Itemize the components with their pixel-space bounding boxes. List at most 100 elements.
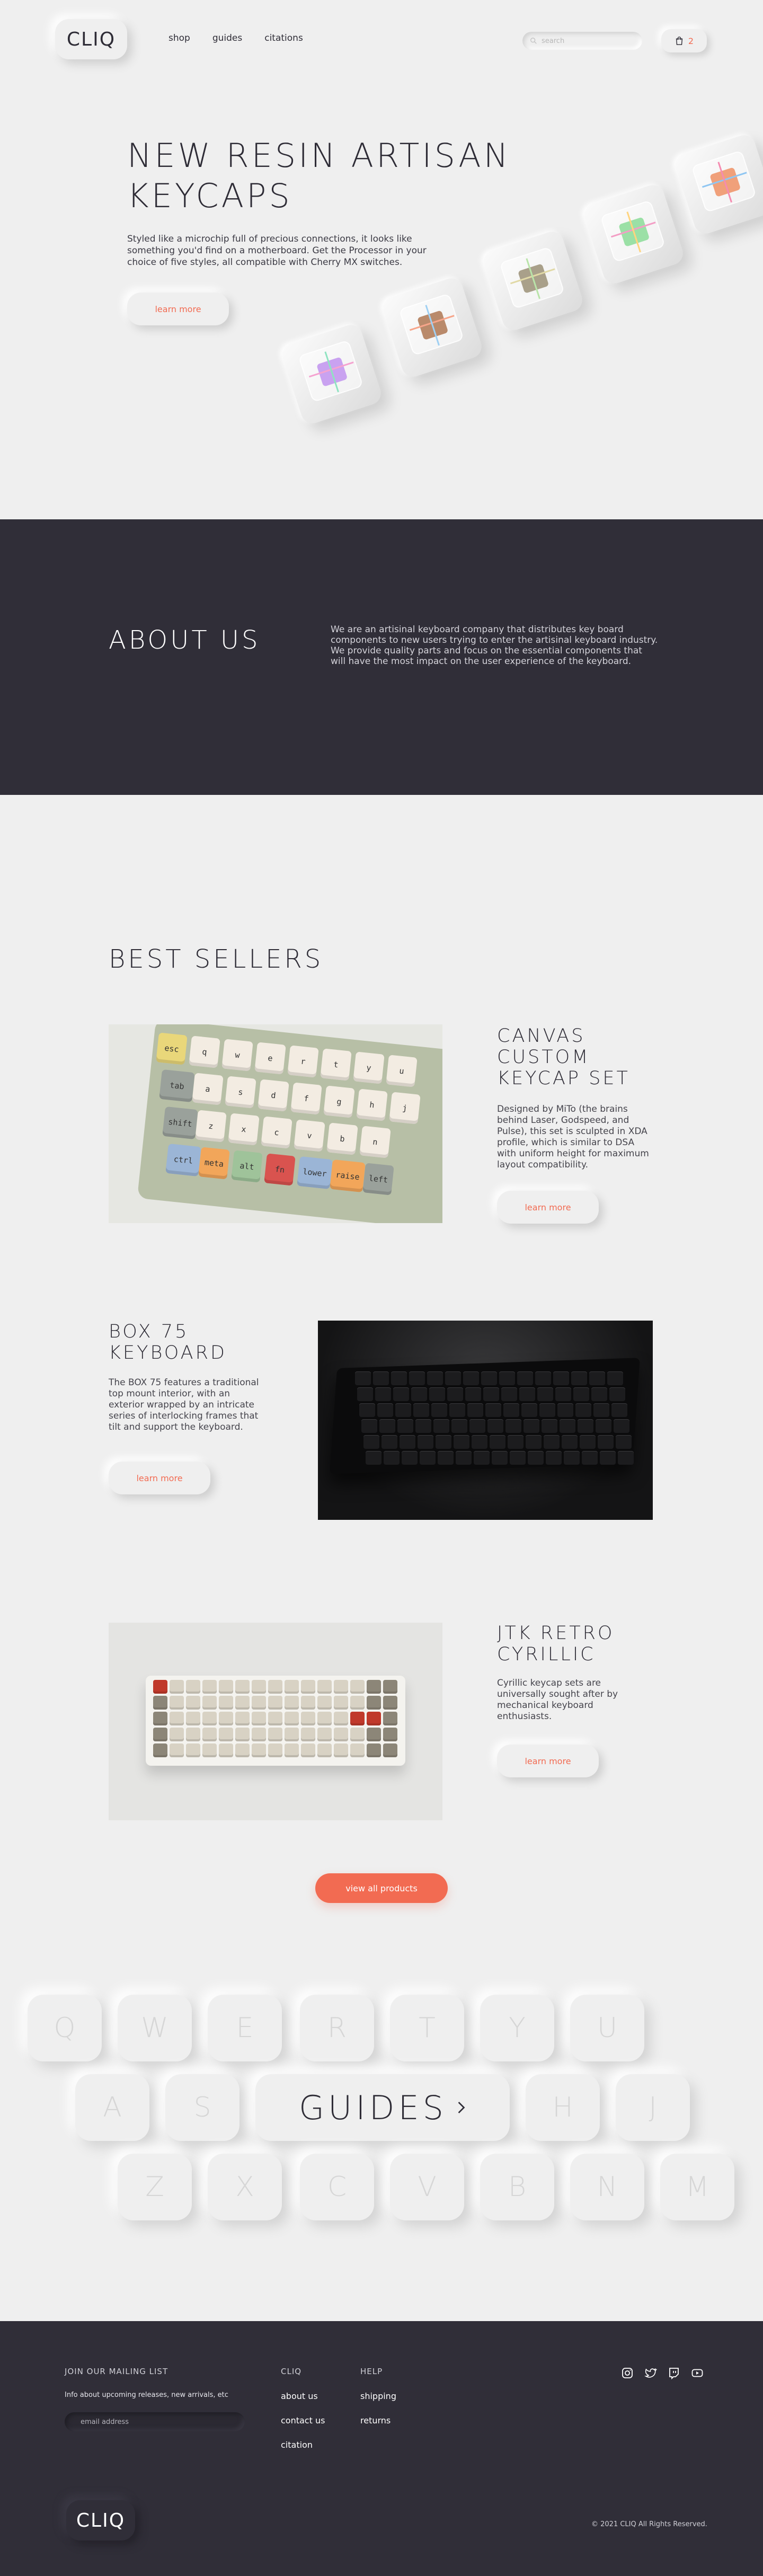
canvas-learn-more-button[interactable]: learn more: [497, 1191, 599, 1224]
box75-learn-more-button[interactable]: learn more: [109, 1462, 210, 1494]
canvas-key: w: [221, 1039, 253, 1072]
footer-logo[interactable]: CLIQ: [66, 2500, 135, 2540]
box75-key: [469, 1419, 485, 1433]
social-links: [621, 2367, 704, 2379]
box75-key: [366, 1451, 382, 1465]
guides-button[interactable]: GUIDES: [255, 2074, 510, 2141]
logo-button[interactable]: CLIQ: [55, 19, 127, 59]
canvas-key: a: [192, 1073, 224, 1105]
email-field[interactable]: email address: [65, 2412, 245, 2431]
key-m: M: [660, 2154, 734, 2220]
jtk-key: [350, 1728, 365, 1741]
box75-key: [357, 1387, 373, 1401]
hero-description: Styled like a microchip full of precious…: [127, 234, 427, 268]
youtube-icon[interactable]: [691, 2367, 704, 2379]
search-input[interactable]: search: [522, 32, 642, 50]
footer-link-contact[interactable]: contact us: [281, 2415, 325, 2425]
jtk-key: [153, 1696, 167, 1710]
about-title: ABOUT US: [109, 625, 261, 655]
jtk-key: [186, 1680, 200, 1694]
box75-key: [589, 1371, 605, 1385]
canvas-key: u: [386, 1055, 418, 1087]
box75-key: [487, 1419, 503, 1433]
instagram-icon[interactable]: [621, 2367, 634, 2379]
hero-learn-more-button[interactable]: learn more: [127, 293, 229, 325]
canvas-key: s: [225, 1076, 256, 1109]
box75-key: [537, 1387, 553, 1401]
jtk-key: [186, 1696, 200, 1710]
product-title-box75: BOX 75 KEYBOARD: [109, 1321, 227, 1364]
box75-key: [436, 1435, 451, 1449]
key-x: X: [208, 2154, 282, 2220]
canvas-key: raise: [330, 1159, 366, 1193]
nav-guides[interactable]: guides: [212, 33, 242, 43]
box75-key: [483, 1387, 499, 1401]
box75-key: [607, 1371, 623, 1385]
nav-shop[interactable]: shop: [168, 33, 190, 43]
jtk-key: [367, 1712, 381, 1725]
box75-key: [474, 1451, 490, 1465]
jtk-key: [350, 1712, 365, 1725]
jtk-key: [367, 1696, 381, 1710]
box75-key: [391, 1371, 407, 1385]
canvas-keycap-image: esc q w e r t y u tab a s d f g h j shift z x c v b n ctrl meta a…: [109, 1024, 442, 1223]
jtk-key: [268, 1728, 282, 1741]
box75-key: [609, 1387, 625, 1401]
twitch-icon[interactable]: [668, 2367, 680, 2379]
mailing-list-subtitle: Info about upcoming releases, new arriva…: [65, 2391, 228, 2399]
box75-key: [616, 1435, 632, 1449]
footer-link-citation[interactable]: citation: [281, 2440, 313, 2450]
about-text: We are an artisinal keyboard company tha…: [331, 624, 658, 667]
box75-key: [611, 1403, 627, 1417]
search-placeholder: search: [542, 37, 565, 45]
nav-citations[interactable]: citations: [264, 33, 303, 43]
jtk-key: [186, 1712, 200, 1725]
canvas-key: left: [362, 1163, 394, 1196]
box75-key: [433, 1419, 449, 1433]
jtk-key: [285, 1696, 299, 1710]
box75-key: [490, 1435, 505, 1449]
jtk-key: [268, 1696, 282, 1710]
box75-key: [359, 1403, 375, 1417]
footer-link-about[interactable]: about us: [281, 2391, 318, 2401]
cart-button[interactable]: 2: [661, 29, 707, 52]
jtk-cyrillic-image: [109, 1623, 442, 1820]
box75-key: [465, 1387, 481, 1401]
jtk-key: [252, 1743, 266, 1757]
about-section: ABOUT US We are an artisinal keyboard co…: [0, 519, 763, 795]
canvas-key: d: [258, 1079, 289, 1112]
key-w: W: [118, 1995, 192, 2061]
canvas-key: esc: [156, 1032, 188, 1065]
view-all-products-button[interactable]: view all products: [315, 1873, 448, 1903]
jtk-key: [383, 1743, 397, 1757]
jtk-key: [334, 1728, 348, 1741]
box75-key: [555, 1387, 571, 1401]
box75-key: [411, 1387, 427, 1401]
box75-key: [456, 1451, 472, 1465]
box75-key: [596, 1419, 611, 1433]
canvas-key: q: [189, 1035, 220, 1068]
jtk-key: [383, 1728, 397, 1741]
box75-key: [521, 1403, 537, 1417]
box75-key: [413, 1403, 429, 1417]
jtk-learn-more-button[interactable]: learn more: [497, 1745, 599, 1777]
keycap-image-2: [380, 275, 485, 380]
guides-label: GUIDES: [299, 2088, 447, 2127]
bag-icon: [676, 37, 683, 45]
jtk-key: [301, 1680, 315, 1694]
jtk-key: [202, 1743, 217, 1757]
twitter-icon[interactable]: [644, 2367, 657, 2379]
box75-key: [571, 1371, 587, 1385]
box75-key: [535, 1371, 551, 1385]
footer-link-returns[interactable]: returns: [360, 2415, 391, 2425]
box75-key: [472, 1435, 487, 1449]
jtk-key: [219, 1712, 233, 1725]
box75-key: [409, 1371, 425, 1385]
box75-keyboard-image: [318, 1321, 653, 1520]
box75-key: [429, 1387, 445, 1401]
key-r: R: [300, 1995, 374, 2061]
key-y: Y: [480, 1995, 554, 2061]
footer-link-shipping[interactable]: shipping: [360, 2391, 396, 2401]
footer: JOIN OUR MAILING LIST Info about upcomin…: [0, 2321, 763, 2576]
box75-key: [580, 1435, 596, 1449]
